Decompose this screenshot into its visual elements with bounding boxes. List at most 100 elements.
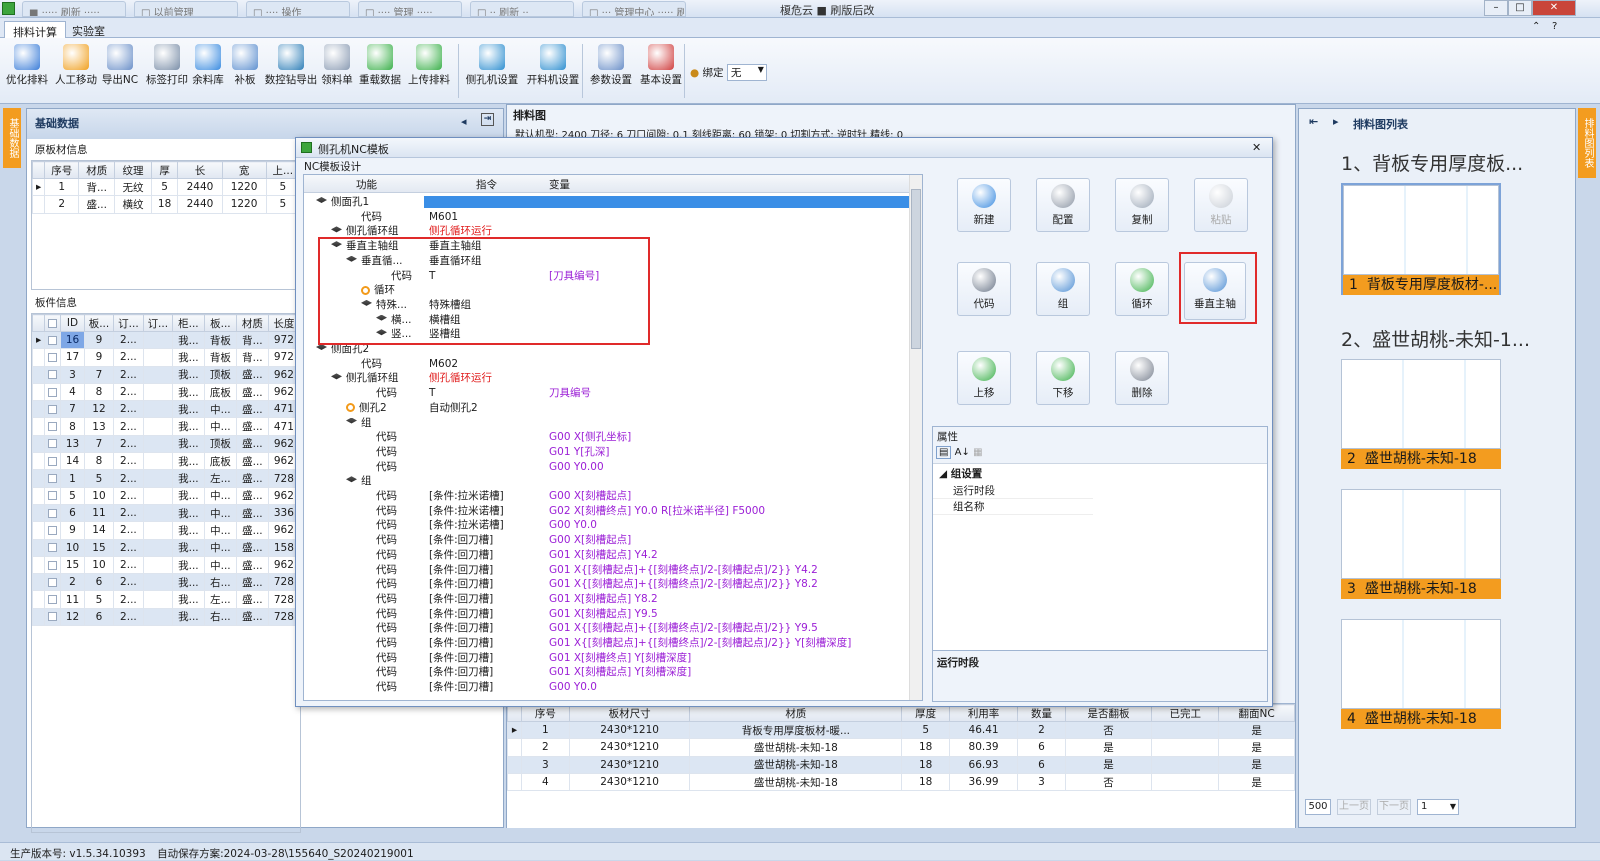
table-cell[interactable] [142, 452, 174, 471]
tree-node[interactable]: 代码 [条件:回刀槽] G00 Y0.0 [304, 680, 909, 695]
row-checkbox[interactable] [48, 560, 58, 570]
tree-node[interactable]: 代码 [条件:拉米诺槽] G00 X[刻槽起点] [304, 489, 909, 504]
table-cell[interactable]: 7 [83, 434, 115, 454]
table-row[interactable]: 17 9 2... 我... 背板 背... 972 [32, 348, 300, 367]
table-cell[interactable]: 2430*1210 [568, 738, 691, 757]
table-cell[interactable]: 盛世胡桃-未知-18 [689, 738, 903, 757]
table-cell[interactable]: 背... [78, 177, 116, 197]
table-cell[interactable]: 2 [1017, 720, 1066, 740]
table-cell[interactable]: 2430*1210 [568, 720, 691, 740]
table-cell[interactable]: 中... [203, 555, 238, 575]
table-row[interactable]: 3 7 2... 我... 顶板 盛... 962 [32, 365, 300, 384]
table-cell[interactable] [142, 573, 174, 592]
column-header[interactable]: 厚度 [901, 704, 951, 722]
row-checkbox[interactable] [48, 577, 58, 587]
row-checkbox[interactable] [48, 370, 58, 380]
column-header[interactable]: 是否翻板 [1064, 704, 1153, 722]
table-cell[interactable] [142, 503, 174, 523]
column-header[interactable]: 已完工 [1151, 704, 1220, 722]
toolbar-button[interactable]: 参数设置 [588, 44, 634, 100]
tree-node[interactable]: 侧孔循环组 侧孔循环运行 [304, 371, 909, 386]
table-cell[interactable] [142, 365, 174, 384]
maximize-button[interactable]: □ [1508, 0, 1532, 16]
template-action-button[interactable]: 下移 [1036, 351, 1090, 405]
table-row[interactable]: 9 14 2... 我... 中... 盛... 962 [32, 521, 300, 540]
table-cell[interactable]: 我... [172, 607, 205, 627]
column-header[interactable]: 厚 [150, 161, 179, 179]
table-cell[interactable]: 中... [203, 503, 238, 523]
tree-node[interactable]: 代码 G00 Y0.00 [304, 460, 909, 475]
table-cell[interactable]: 2... [113, 573, 144, 592]
table-cell[interactable]: 否 [1064, 772, 1153, 792]
table-cell[interactable] [142, 400, 174, 419]
table-cell[interactable]: 2... [113, 330, 144, 350]
table-cell[interactable]: 9 [60, 521, 85, 540]
column-header[interactable]: 数量 [1017, 704, 1066, 722]
column-header[interactable]: ID [60, 314, 85, 332]
table-cell[interactable]: 2... [113, 434, 144, 454]
table-cell[interactable]: 4 [521, 772, 570, 792]
table-cell[interactable]: 中... [203, 400, 238, 419]
browser-tab[interactable]: ■ ····· 刷新 ····· [22, 1, 126, 17]
browser-tab[interactable]: □ ·· 刷新 ·· [470, 1, 574, 17]
table-cell[interactable]: 2... [113, 452, 144, 471]
table-row[interactable]: 2 2430*1210 盛世胡桃-未知-18 18 80.39 6 是是 [507, 738, 1295, 757]
table-row[interactable]: 12 6 2... 我... 右... 盛... 728 [32, 607, 300, 627]
table-row[interactable]: 4 2430*1210 盛世胡桃-未知-18 18 36.99 3 否 是 [507, 772, 1295, 792]
tree-node[interactable]: 代码 M601 [304, 210, 909, 225]
table-cell[interactable]: 中... [203, 538, 238, 557]
property-pages-icon[interactable]: ▦ [973, 447, 982, 458]
template-action-button[interactable]: 复制 [1115, 178, 1169, 232]
table-row[interactable]: 10 15 2... 我... 中... 盛... 158 [32, 538, 300, 557]
table-cell[interactable]: 17 [60, 348, 85, 367]
table-cell[interactable] [1151, 738, 1220, 757]
table-cell[interactable]: 7 [60, 400, 85, 419]
close-window-button[interactable]: ✕ [1532, 0, 1576, 16]
tree-node[interactable]: 代码 [条件:拉米诺槽] G00 Y0.0 [304, 518, 909, 533]
table-row[interactable]: 2 6 2... 我... 右... 盛... 728 [32, 573, 300, 592]
layout-thumbnail[interactable]: 2 盛世胡桃-未知-18 [1341, 359, 1501, 471]
table-cell[interactable]: 6 [1017, 738, 1066, 757]
browser-tab[interactable]: □ ···· 操作 [246, 1, 350, 17]
table-cell[interactable]: 我... [172, 382, 205, 402]
table-cell[interactable]: 9 [83, 348, 115, 367]
table-cell[interactable]: 中... [203, 486, 238, 505]
column-header[interactable]: 纹理 [114, 161, 152, 179]
page-size-field[interactable]: 500 [1305, 799, 1331, 815]
table-cell[interactable]: 5 [150, 177, 179, 197]
table-cell[interactable]: 7 [83, 365, 115, 384]
tab-nesting[interactable]: 排料计算 [4, 21, 66, 39]
table-cell[interactable]: 10 [83, 555, 115, 575]
table-cell[interactable]: 6 [60, 503, 85, 523]
table-cell[interactable]: 我... [172, 452, 205, 471]
table-cell[interactable]: 左... [203, 590, 238, 609]
table-cell[interactable]: 8 [83, 382, 115, 402]
tree-node[interactable]: 代码 [条件:回刀槽] G01 X[刻槽终点] Y[刻槽深度] [304, 651, 909, 666]
table-row[interactable]: 3 2430*1210 盛世胡桃-未知-18 18 66.93 6 是是 [507, 755, 1295, 774]
table-cell[interactable]: 4 [60, 382, 85, 402]
table-cell[interactable]: 盛... [236, 573, 269, 592]
table-cell[interactable]: 6 [1017, 755, 1066, 774]
table-cell[interactable]: 12 [83, 400, 115, 419]
table-row[interactable]: 2 盛... 横纹 18 2440 1220 5 [32, 195, 300, 214]
table-cell[interactable]: 6 [83, 607, 115, 627]
table-cell[interactable]: 15 [60, 555, 85, 575]
tree-scroll-thumb[interactable] [911, 189, 921, 349]
tab-lab[interactable]: 实验室 [64, 21, 113, 38]
tree-node[interactable]: 代码 M602 [304, 357, 909, 372]
column-header[interactable]: 板材尺寸 [568, 704, 691, 722]
toolbar-button[interactable]: 基本设置 [638, 44, 684, 100]
collapse-ribbon-icon[interactable]: ⌃ [1532, 21, 1540, 32]
table-cell[interactable]: 6 [83, 573, 115, 592]
table-cell[interactable]: 5 [901, 720, 951, 740]
table-row[interactable]: 11 5 2... 我... 左... 盛... 728 [32, 590, 300, 609]
table-cell[interactable]: 18 [901, 738, 951, 757]
table-row[interactable]: ▸ 16 9 2... 我... 背板 背... 972 [32, 330, 300, 350]
table-cell[interactable]: 2430*1210 [568, 755, 691, 774]
table-cell[interactable] [142, 382, 174, 402]
column-header[interactable]: 柜... [172, 314, 205, 332]
row-checkbox[interactable] [48, 335, 58, 345]
table-cell[interactable]: 9 [83, 330, 115, 350]
table-cell[interactable]: 2... [113, 521, 144, 540]
table-cell[interactable]: 18 [901, 755, 951, 774]
